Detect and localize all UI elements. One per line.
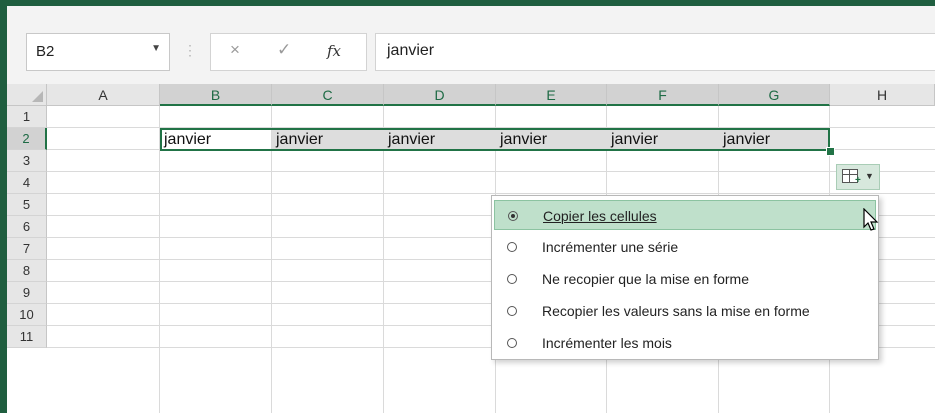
menu-item-label: Copier les cellules	[543, 208, 657, 224]
gridline	[47, 171, 935, 172]
radio-icon	[507, 306, 517, 316]
column-header-a[interactable]: A	[47, 84, 160, 106]
row-header-11[interactable]: 11	[7, 326, 47, 348]
autofill-options-menu: Copier les cellules Incrémenter une séri…	[491, 195, 879, 360]
column-header-f[interactable]: F	[607, 84, 719, 106]
radio-selected-icon	[508, 211, 518, 221]
formula-buttons: × ✓ fx	[210, 33, 367, 71]
menu-item-fill-formatting-only[interactable]: Ne recopier que la mise en forme	[494, 264, 876, 294]
row-header-7[interactable]: 7	[7, 238, 47, 260]
column-header-d[interactable]: D	[384, 84, 496, 106]
formula-bar: B2 ▼ ⋮ × ✓ fx janvier	[7, 6, 935, 84]
name-box[interactable]: B2 ▼	[26, 33, 170, 71]
autofill-options-button[interactable]: + ▼	[836, 164, 880, 190]
row-header-4[interactable]: 4	[7, 172, 47, 194]
row-header-3[interactable]: 3	[7, 150, 47, 172]
row-header-6[interactable]: 6	[7, 216, 47, 238]
row-header-9[interactable]: 9	[7, 282, 47, 304]
menu-item-copy-cells[interactable]: Copier les cellules	[494, 200, 876, 230]
row-header-1[interactable]: 1	[7, 106, 47, 128]
row-header-10[interactable]: 10	[7, 304, 47, 326]
column-header-h[interactable]: H	[830, 84, 935, 106]
menu-item-fill-months[interactable]: Incrémenter les mois	[494, 328, 876, 358]
menu-item-label: Recopier les valeurs sans la mise en for…	[542, 303, 810, 319]
menu-item-label: Incrémenter les mois	[542, 335, 672, 351]
menu-item-label: Ne recopier que la mise en forme	[542, 271, 749, 287]
formula-input[interactable]: janvier	[375, 33, 935, 71]
menu-item-fill-without-formatting[interactable]: Recopier les valeurs sans la mise en for…	[494, 296, 876, 326]
column-header-b[interactable]: B	[160, 84, 272, 106]
column-header-e[interactable]: E	[496, 84, 607, 106]
selection-border	[160, 128, 830, 151]
menu-item-fill-series[interactable]: Incrémenter une série	[494, 232, 876, 262]
name-box-value: B2	[36, 43, 55, 60]
gridline	[47, 193, 935, 194]
column-header-c[interactable]: C	[272, 84, 384, 106]
chevron-down-icon: ▼	[865, 171, 874, 181]
row-header-8[interactable]: 8	[7, 260, 47, 282]
row-header-2[interactable]: 2	[7, 128, 47, 150]
plus-icon: +	[855, 175, 861, 186]
radio-icon	[507, 274, 517, 284]
insert-function-icon[interactable]: fx	[327, 42, 341, 60]
radio-icon	[507, 338, 517, 348]
select-all-icon	[32, 91, 43, 102]
formula-input-value: janvier	[387, 42, 435, 59]
cancel-icon[interactable]: ×	[230, 40, 240, 60]
select-all-button[interactable]	[7, 84, 47, 106]
fill-handle[interactable]	[826, 147, 835, 156]
row-header-5[interactable]: 5	[7, 194, 47, 216]
chevron-down-icon[interactable]: ▼	[151, 43, 161, 54]
enter-icon[interactable]: ✓	[277, 40, 291, 60]
radio-icon	[507, 242, 517, 252]
column-header-g[interactable]: G	[719, 84, 830, 106]
grip-icon: ⋮	[183, 42, 197, 58]
mouse-pointer-icon	[863, 208, 879, 231]
menu-item-label: Incrémenter une série	[542, 239, 679, 255]
